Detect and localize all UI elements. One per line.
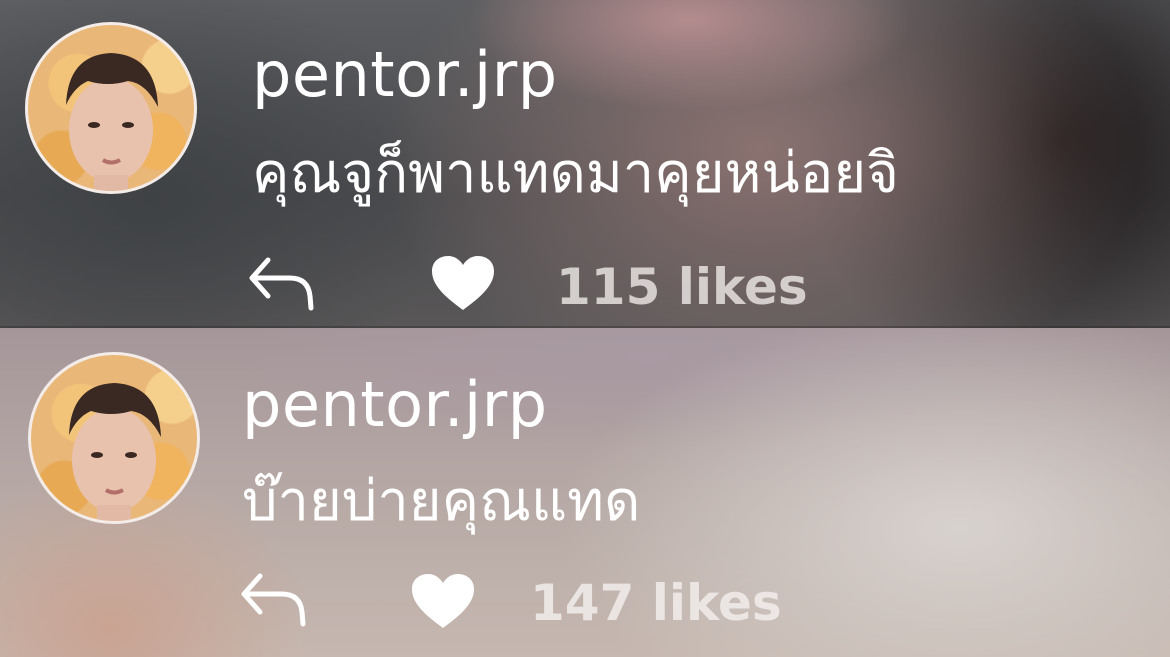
avatar-portrait (66, 53, 158, 191)
heart-icon[interactable] (430, 254, 496, 312)
username[interactable]: pentor.jrp (242, 374, 548, 436)
comment-text: บ๊ายบ่ายคุณแทด (242, 469, 641, 534)
avatar[interactable] (25, 22, 197, 194)
avatar[interactable] (28, 352, 200, 524)
heart-icon[interactable] (410, 572, 476, 630)
avatar-portrait (69, 383, 161, 521)
username[interactable]: pentor.jrp (252, 44, 558, 106)
reply-arrow-icon[interactable] (246, 254, 318, 312)
likes-count[interactable]: 147 likes (530, 578, 782, 628)
comment-text: คุณจูก็พาแทดมาคุยหน่อยจิ (252, 141, 899, 206)
reply-arrow-icon[interactable] (238, 570, 310, 628)
comment-card-1: pentor.jrp คุณจูก็พาแทดมาคุยหน่อยจิ 115 … (0, 0, 1170, 328)
likes-count[interactable]: 115 likes (556, 262, 808, 312)
comment-card-2: pentor.jrp บ๊ายบ่ายคุณแทด 147 likes (0, 328, 1170, 657)
